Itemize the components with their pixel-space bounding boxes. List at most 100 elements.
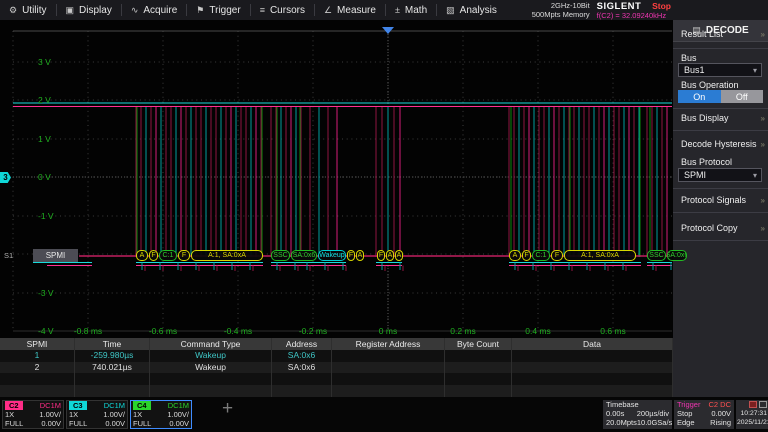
menu-item-acquire[interactable]: ∿Acquire xyxy=(122,0,186,20)
channel-name-chip: C3 xyxy=(69,401,87,410)
table-row[interactable]: 1-259.980µsWakeupSA:0x6 xyxy=(0,350,673,362)
decode-packet: F xyxy=(347,250,355,261)
crosshair-icon: + xyxy=(222,398,233,420)
trigger-position-marker[interactable] xyxy=(382,27,394,34)
t-axis-label: 0.6 ms xyxy=(600,326,626,336)
menu-item-utility[interactable]: ⚙Utility xyxy=(0,0,56,20)
channel-coupling: DC1M xyxy=(104,401,125,410)
chevron-down-icon: ▾ xyxy=(753,171,757,180)
timebase-descriptor[interactable]: Timebase 0.00s 200µs/div 20.0Mpts 10.0GS… xyxy=(603,400,672,429)
channel-offset: 0.00V xyxy=(169,419,189,428)
bus-display-button[interactable]: Bus Display » xyxy=(673,110,768,126)
decode-panel: ▤ DECODE Result List » Bus Bus1 ▾ Bus Op… xyxy=(673,20,768,432)
table-cell xyxy=(0,373,75,385)
channel-descriptor-c2[interactable]: C2DC1M1X1.00V/FULL0.00V xyxy=(2,400,64,429)
menu-item-analysis[interactable]: ▧ Analysis xyxy=(437,0,506,20)
display-icon: ▣ xyxy=(66,5,75,16)
table-cell xyxy=(445,362,512,374)
trigger-descriptor[interactable]: Trigger C2 DC Stop 0.00V Edge Rising xyxy=(674,400,734,429)
table-cell: 2 xyxy=(0,362,75,374)
bus-operation-on[interactable]: On xyxy=(678,90,721,103)
channel-scale: 1.00V/ xyxy=(167,410,189,419)
bus-label: Bus xyxy=(681,53,697,63)
protocol-copy-button[interactable]: Protocol Copy » xyxy=(673,220,768,236)
timebase-samplerate: 10.0GSa/s xyxy=(637,418,672,427)
chevron-down-icon: ▾ xyxy=(753,66,757,75)
acquisition-info: 2GHz-10Bit 500Mpts Memory xyxy=(532,1,590,19)
table-cell xyxy=(272,373,332,385)
decode-hysteresis-button[interactable]: Decode Hysteresis » xyxy=(673,136,768,152)
result-list-button[interactable]: Result List » xyxy=(673,26,768,42)
table-header-cell: Register Address xyxy=(332,338,445,350)
trigger-source: C2 DC xyxy=(708,400,731,409)
table-cell: Wakeup xyxy=(150,362,272,374)
trigger-mode: Stop xyxy=(677,409,692,418)
table-header-cell: Data xyxy=(512,338,673,350)
table-cell xyxy=(332,362,445,374)
chevron-right-icon: » xyxy=(761,224,765,233)
channel-bandwidth: FULL xyxy=(69,419,87,428)
cursors-icon: ≡ xyxy=(260,5,265,15)
decode-packet: A:1, SA:0xA xyxy=(564,250,636,261)
trigger-title: Trigger xyxy=(677,400,700,409)
analysis-icon: ▧ xyxy=(446,5,455,16)
channel-offset: 0.00V xyxy=(41,419,61,428)
decode-packet: SA:0x6 xyxy=(291,250,317,261)
t-axis-label: -0.8 ms xyxy=(74,326,102,336)
table-cell xyxy=(445,385,512,397)
protocol-signals-button[interactable]: Protocol Signals » xyxy=(673,192,768,208)
table-row[interactable] xyxy=(0,373,673,385)
separator xyxy=(673,212,768,213)
decode-packet: A xyxy=(509,250,521,261)
chevron-right-icon: » xyxy=(761,114,765,123)
table-row[interactable] xyxy=(0,385,673,397)
bus-dropdown[interactable]: Bus1 ▾ xyxy=(678,63,762,77)
channel-scale: 1.00V/ xyxy=(39,410,61,419)
brand-block: SIGLENT Stop f(C2) = 32.09240kHz xyxy=(597,1,671,20)
table-header-cell: Command Type xyxy=(150,338,272,350)
table-row[interactable]: 2740.021µsWakeupSA:0x6 xyxy=(0,362,673,374)
table-header-cell: Byte Count xyxy=(445,338,512,350)
table-cell xyxy=(75,385,150,397)
table-cell xyxy=(445,373,512,385)
v-axis-label: 0 V xyxy=(38,172,51,182)
menu-item-math[interactable]: ±Math xyxy=(386,0,436,20)
table-header-cell: Time xyxy=(75,338,150,350)
menu-item-measure[interactable]: ∠Measure xyxy=(315,0,385,20)
menu-item-label: Analysis xyxy=(460,5,497,16)
trigger-type: Edge xyxy=(677,418,695,427)
table-cell xyxy=(75,373,150,385)
bottom-status-bar: C2DC1M1X1.00V/FULL0.00VC3DC1M1X1.00V/FUL… xyxy=(0,397,768,432)
channel-coupling: DC1M xyxy=(40,401,61,410)
separator xyxy=(673,188,768,189)
channel-descriptor-c4[interactable]: C4DC1M1X1.00V/FULL0.00V xyxy=(130,400,192,429)
bus-protocol-dropdown[interactable]: SPMI ▾ xyxy=(678,168,762,182)
network-status-icons xyxy=(737,400,767,409)
t-axis-label: -0.6 ms xyxy=(149,326,177,336)
lan-error-icon xyxy=(749,401,757,408)
trigger-slope: Rising xyxy=(710,418,731,427)
math-icon: ± xyxy=(395,5,400,15)
trigger-level: 0.00V xyxy=(711,409,731,418)
frequency-counter: f(C2) = 32.09240kHz xyxy=(597,12,671,20)
decode-bus-tag[interactable]: SPMI xyxy=(33,249,78,262)
channel-descriptor-c3[interactable]: C3DC1M1X1.00V/FULL0.00V xyxy=(66,400,128,429)
menu-item-trigger[interactable]: ⚑Trigger xyxy=(187,0,249,20)
decode-packet: F xyxy=(149,250,158,261)
v-axis-label: 3 V xyxy=(38,57,51,67)
table-cell: 1 xyxy=(0,350,75,362)
oscilloscope-ui: ⚙Utility▣Display∿Acquire⚑Trigger≡Cursors… xyxy=(0,0,768,432)
menu-item-cursors[interactable]: ≡Cursors xyxy=(251,0,314,20)
measure-icon: ∠ xyxy=(324,5,332,16)
timebase-title: Timebase xyxy=(606,400,639,409)
decode-packet: F xyxy=(522,250,531,261)
menu-item-display[interactable]: ▣Display xyxy=(57,0,121,20)
table-header-cell: SPMI xyxy=(0,338,75,350)
table-cell xyxy=(0,385,75,397)
bus-protocol-label: Bus Protocol xyxy=(681,157,732,167)
chevron-right-icon: » xyxy=(761,196,765,205)
table-cell: SA:0x6 xyxy=(272,350,332,362)
table-cell xyxy=(512,362,673,374)
bus-operation-off[interactable]: Off xyxy=(721,90,764,103)
table-cell: SA:0x6 xyxy=(272,362,332,374)
